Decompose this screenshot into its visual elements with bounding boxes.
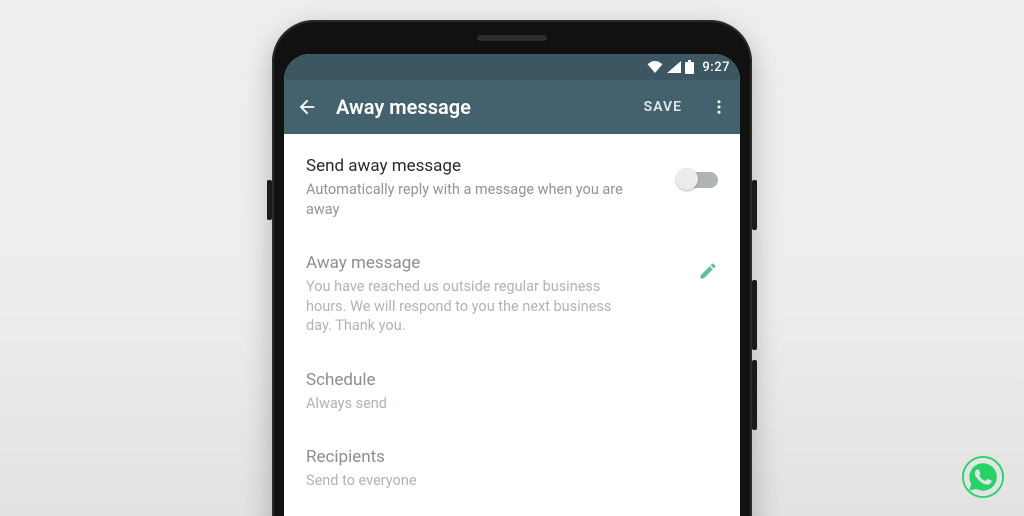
away-message-label: Away message xyxy=(306,253,686,273)
settings-list: Send away message Automatically reply wi… xyxy=(284,134,740,509)
schedule-desc: Always send xyxy=(306,394,636,414)
edit-message-button[interactable] xyxy=(698,261,718,285)
cell-signal-icon xyxy=(667,61,681,73)
wifi-icon xyxy=(647,61,663,73)
back-button[interactable] xyxy=(296,96,318,118)
away-message-row[interactable]: Away message You have reached us outside… xyxy=(284,237,740,354)
status-time: 9:27 xyxy=(702,60,730,75)
phone-side-button xyxy=(752,360,757,430)
save-button[interactable]: SAVE xyxy=(644,99,682,115)
app-bar: Away message SAVE xyxy=(284,80,740,134)
phone-side-button xyxy=(752,180,757,230)
battery-icon xyxy=(685,60,694,74)
page-title: Away message xyxy=(336,95,626,119)
schedule-row[interactable]: Schedule Always send xyxy=(284,354,740,432)
phone-screen: 9:27 Away message SAVE Send away message… xyxy=(284,54,740,516)
recipients-desc: Send to everyone xyxy=(306,471,636,491)
away-message-desc: You have reached us outside regular busi… xyxy=(306,277,636,336)
overflow-menu-button[interactable] xyxy=(710,98,728,116)
status-bar: 9:27 xyxy=(284,54,740,80)
send-away-toggle[interactable] xyxy=(678,172,718,188)
schedule-label: Schedule xyxy=(306,370,718,390)
pencil-icon xyxy=(698,261,718,281)
phone-frame: 9:27 Away message SAVE Send away message… xyxy=(272,20,752,516)
recipients-label: Recipients xyxy=(306,447,718,467)
recipients-row[interactable]: Recipients Send to everyone xyxy=(284,431,740,509)
phone-speaker xyxy=(477,35,547,41)
whatsapp-logo-icon xyxy=(962,456,1004,502)
send-away-desc: Automatically reply with a message when … xyxy=(306,180,636,219)
arrow-left-icon xyxy=(296,96,318,118)
send-away-label: Send away message xyxy=(306,156,666,176)
more-vert-icon xyxy=(710,98,728,116)
send-away-message-row[interactable]: Send away message Automatically reply wi… xyxy=(284,140,740,237)
phone-side-button xyxy=(752,280,757,350)
phone-side-button xyxy=(267,180,272,220)
